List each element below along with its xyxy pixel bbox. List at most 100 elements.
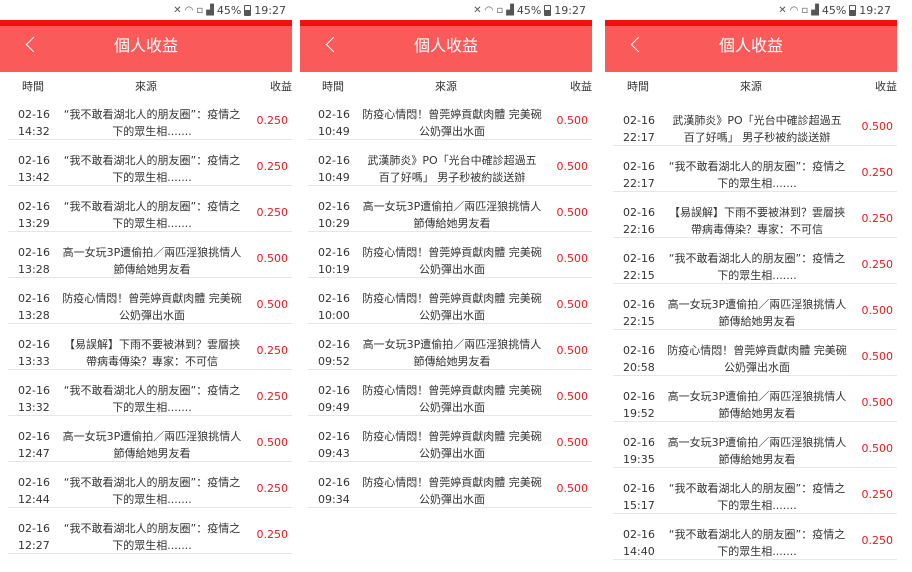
earnings-row[interactable]: 02-16 13:28 高一女玩3P遭偷拍／兩匹淫狼挑情人節傳給她男友看 0.500	[8, 232, 292, 278]
row-date: 02-16	[18, 200, 50, 213]
signal-icon: ▟	[206, 4, 214, 16]
row-source: 防疫心情悶！曾莞婷貢獻肉體 完美碗公奶彈出水面	[667, 344, 847, 374]
row-earnings: 0.250	[256, 390, 289, 403]
status-time: 19:27	[554, 3, 586, 17]
row-earnings: 0.500	[861, 396, 894, 409]
row-datetime: 02-16 13:33	[18, 336, 54, 370]
status-time: 19:27	[254, 3, 286, 17]
earnings-row[interactable]: 02-16 12:44 “我不敢看湖北人的朋友圈”：疫情之下的眾生相....... 0…	[8, 462, 292, 508]
row-source: 防疫心情悶！曾莞婷貢獻肉體 完美碗公奶彈出水面	[362, 246, 542, 276]
row-time: 19:35	[623, 453, 655, 466]
row-time: 22:17	[623, 177, 655, 190]
row-source: 防疫心情悶！曾莞婷貢獻肉體 完美碗公奶彈出水面	[62, 292, 242, 322]
app-header: 個人收益	[605, 20, 897, 72]
status-bar: ✕ ◠ ▫ ▟ 45% 19:27	[300, 0, 592, 20]
earnings-row[interactable]: 02-16 13:42 “我不敢看湖北人的朋友圈”：疫情之下的眾生相....... 0…	[8, 140, 292, 186]
row-earnings: 0.500	[861, 304, 894, 317]
row-date: 02-16	[623, 252, 655, 265]
row-datetime: 02-16 12:47	[18, 428, 54, 462]
row-date: 02-16	[623, 298, 655, 311]
row-source: “我不敢看湖北人的朋友圈”：疫情之下的眾生相.......	[63, 200, 241, 230]
row-source: 防疫心情悶！曾莞婷貢獻肉體 完美碗公奶彈出水面	[362, 292, 542, 322]
row-source: 防疫心情悶！曾莞婷貢獻肉體 完美碗公奶彈出水面	[362, 476, 542, 506]
page-title: 個人收益	[113, 36, 178, 55]
row-time: 13:28	[18, 263, 50, 276]
earnings-row[interactable]: 02-16 14:32 “我不敢看湖北人的朋友圈”：疫情之下的眾生相....... 0…	[8, 94, 292, 140]
earnings-row[interactable]: 02-16 15:17 “我不敢看湖北人的朋友圈”：疫情之下的眾生相....... 0…	[613, 468, 897, 514]
row-earnings: 0.500	[861, 350, 894, 363]
row-time: 14:40	[623, 545, 655, 558]
earnings-row[interactable]: 02-16 09:49 防疫心情悶！曾莞婷貢獻肉體 完美碗公奶彈出水面 0.500	[308, 370, 592, 416]
row-date: 02-16	[18, 476, 50, 489]
earnings-row[interactable]: 02-16 22:17 武漢肺炎》PO「光台中確診超過五百了好嗎」 男子秒被約談送辦…	[613, 100, 897, 146]
earnings-row[interactable]: 02-16 22:15 “我不敢看湖北人的朋友圈”：疫情之下的眾生相....... 0…	[613, 238, 897, 284]
row-date: 02-16	[623, 436, 655, 449]
earnings-row[interactable]: 02-16 10:19 防疫心情悶！曾莞婷貢獻肉體 完美碗公奶彈出水面 0.500	[308, 232, 592, 278]
row-source: “我不敢看湖北人的朋友圈”：疫情之下的眾生相.......	[668, 528, 846, 558]
wifi-icon: ◠	[484, 4, 494, 16]
earnings-row[interactable]: 02-16 13:29 “我不敢看湖北人的朋友圈”：疫情之下的眾生相....... 0…	[8, 186, 292, 232]
earnings-row[interactable]: 02-16 10:29 高一女玩3P遭偷拍／兩匹淫狼挑情人節傳給她男友看 0.500	[308, 186, 592, 232]
row-earnings: 0.500	[556, 114, 589, 127]
row-time: 13:29	[18, 217, 50, 230]
earnings-row[interactable]: 02-16 14:40 “我不敢看湖北人的朋友圈”：疫情之下的眾生相....... 0…	[613, 514, 897, 560]
row-datetime: 02-16 10:00	[318, 290, 354, 324]
row-earnings: 0.250	[861, 212, 894, 225]
row-datetime: 02-16 22:15	[623, 250, 659, 284]
row-earnings: 0.250	[861, 534, 894, 547]
earnings-row[interactable]: 02-16 22:15 高一女玩3P遭偷拍／兩匹淫狼挑情人節傳給她男友看 0.500	[613, 284, 897, 330]
earnings-row[interactable]: 02-16 09:52 高一女玩3P遭偷拍／兩匹淫狼挑情人節傳給她男友看 0.500	[308, 324, 592, 370]
row-date: 02-16	[18, 108, 50, 121]
earnings-row[interactable]: 02-16 22:17 “我不敢看湖北人的朋友圈”：疫情之下的眾生相....... 0…	[613, 146, 897, 192]
row-time: 22:15	[623, 269, 655, 282]
row-time: 09:52	[318, 355, 350, 368]
row-datetime: 02-16 12:44	[18, 474, 54, 508]
battery-percent: 45%	[516, 3, 542, 17]
column-source: 來源	[740, 80, 762, 93]
earnings-row[interactable]: 02-16 22:16 【易誤解】下雨不要被淋到？雲層挾帶病毒傳染？專家：不可信 0.…	[613, 192, 897, 238]
row-earnings: 0.250	[256, 528, 289, 541]
row-datetime: 02-16 20:58	[623, 342, 659, 376]
earnings-row[interactable]: 02-16 09:43 防疫心情悶！曾莞婷貢獻肉體 完美碗公奶彈出水面 0.500	[308, 416, 592, 462]
earnings-row[interactable]: 02-16 13:28 防疫心情悶！曾莞婷貢獻肉體 完美碗公奶彈出水面 0.500	[8, 278, 292, 324]
row-date: 02-16	[318, 108, 350, 121]
row-source: 【易誤解】下雨不要被淋到？雲層挾帶病毒傳染？專家：不可信	[669, 206, 845, 236]
earnings-row[interactable]: 02-16 19:35 高一女玩3P遭偷拍／兩匹淫狼挑情人節傳給她男友看 0.500	[613, 422, 897, 468]
column-header: 時間 來源 收益	[605, 72, 897, 100]
row-earnings: 0.250	[861, 258, 894, 271]
row-date: 02-16	[318, 154, 350, 167]
row-earnings: 0.500	[556, 160, 589, 173]
row-date: 02-16	[318, 476, 350, 489]
earnings-row[interactable]: 02-16 10:49 防疫心情悶！曾莞婷貢獻肉體 完美碗公奶彈出水面 0.500	[308, 94, 592, 140]
earnings-row[interactable]: 02-16 20:58 防疫心情悶！曾莞婷貢獻肉體 完美碗公奶彈出水面 0.500	[613, 330, 897, 376]
row-date: 02-16	[18, 246, 50, 259]
row-source: 【易誤解】下雨不要被淋到？雲層挾帶病毒傳染？專家：不可信	[64, 338, 240, 368]
earnings-row[interactable]: 02-16 12:27 “我不敢看湖北人的朋友圈”：疫情之下的眾生相....... 0…	[8, 508, 292, 554]
row-earnings: 0.250	[256, 114, 289, 127]
row-earnings: 0.500	[556, 482, 589, 495]
page-title: 個人收益	[718, 36, 783, 55]
row-earnings: 0.250	[861, 166, 894, 179]
row-datetime: 02-16 22:15	[623, 296, 659, 330]
row-time: 13:42	[18, 171, 50, 184]
row-time: 13:28	[18, 309, 50, 322]
row-earnings: 0.250	[861, 488, 894, 501]
earnings-row[interactable]: 02-16 13:32 “我不敢看湖北人的朋友圈”：疫情之下的眾生相....... 0…	[8, 370, 292, 416]
row-source: “我不敢看湖北人的朋友圈”：疫情之下的眾生相.......	[63, 476, 241, 506]
earnings-row[interactable]: 02-16 10:49 武漢肺炎》PO「光台中確診超過五百了好嗎」 男子秒被約談送辦…	[308, 140, 592, 186]
row-time: 22:15	[623, 315, 655, 328]
earnings-row[interactable]: 02-16 09:34 防疫心情悶！曾莞婷貢獻肉體 完美碗公奶彈出水面 0.500	[308, 462, 592, 508]
earnings-row[interactable]: 02-16 19:52 高一女玩3P遭偷拍／兩匹淫狼挑情人節傳給她男友看 0.500	[613, 376, 897, 422]
signal-icon: ▟	[811, 4, 819, 16]
row-datetime: 02-16 22:16	[623, 204, 659, 238]
row-source: 防疫心情悶！曾莞婷貢獻肉體 完美碗公奶彈出水面	[362, 384, 542, 414]
row-date: 02-16	[623, 114, 655, 127]
row-source: 武漢肺炎》PO「光台中確診超過五百了好嗎」 男子秒被約談送辦	[367, 154, 537, 184]
row-earnings: 0.500	[556, 206, 589, 219]
earnings-list: 02-16 14:32 “我不敢看湖北人的朋友圈”：疫情之下的眾生相....... 0…	[8, 94, 292, 554]
row-date: 02-16	[318, 200, 350, 213]
row-time: 22:17	[623, 131, 655, 144]
earnings-row[interactable]: 02-16 10:00 防疫心情悶！曾莞婷貢獻肉體 完美碗公奶彈出水面 0.500	[308, 278, 592, 324]
earnings-row[interactable]: 02-16 12:47 高一女玩3P遭偷拍／兩匹淫狼挑情人節傳給她男友看 0.500	[8, 416, 292, 462]
earnings-row[interactable]: 02-16 13:33 【易誤解】下雨不要被淋到？雲層挾帶病毒傳染？專家：不可信 0.…	[8, 324, 292, 370]
